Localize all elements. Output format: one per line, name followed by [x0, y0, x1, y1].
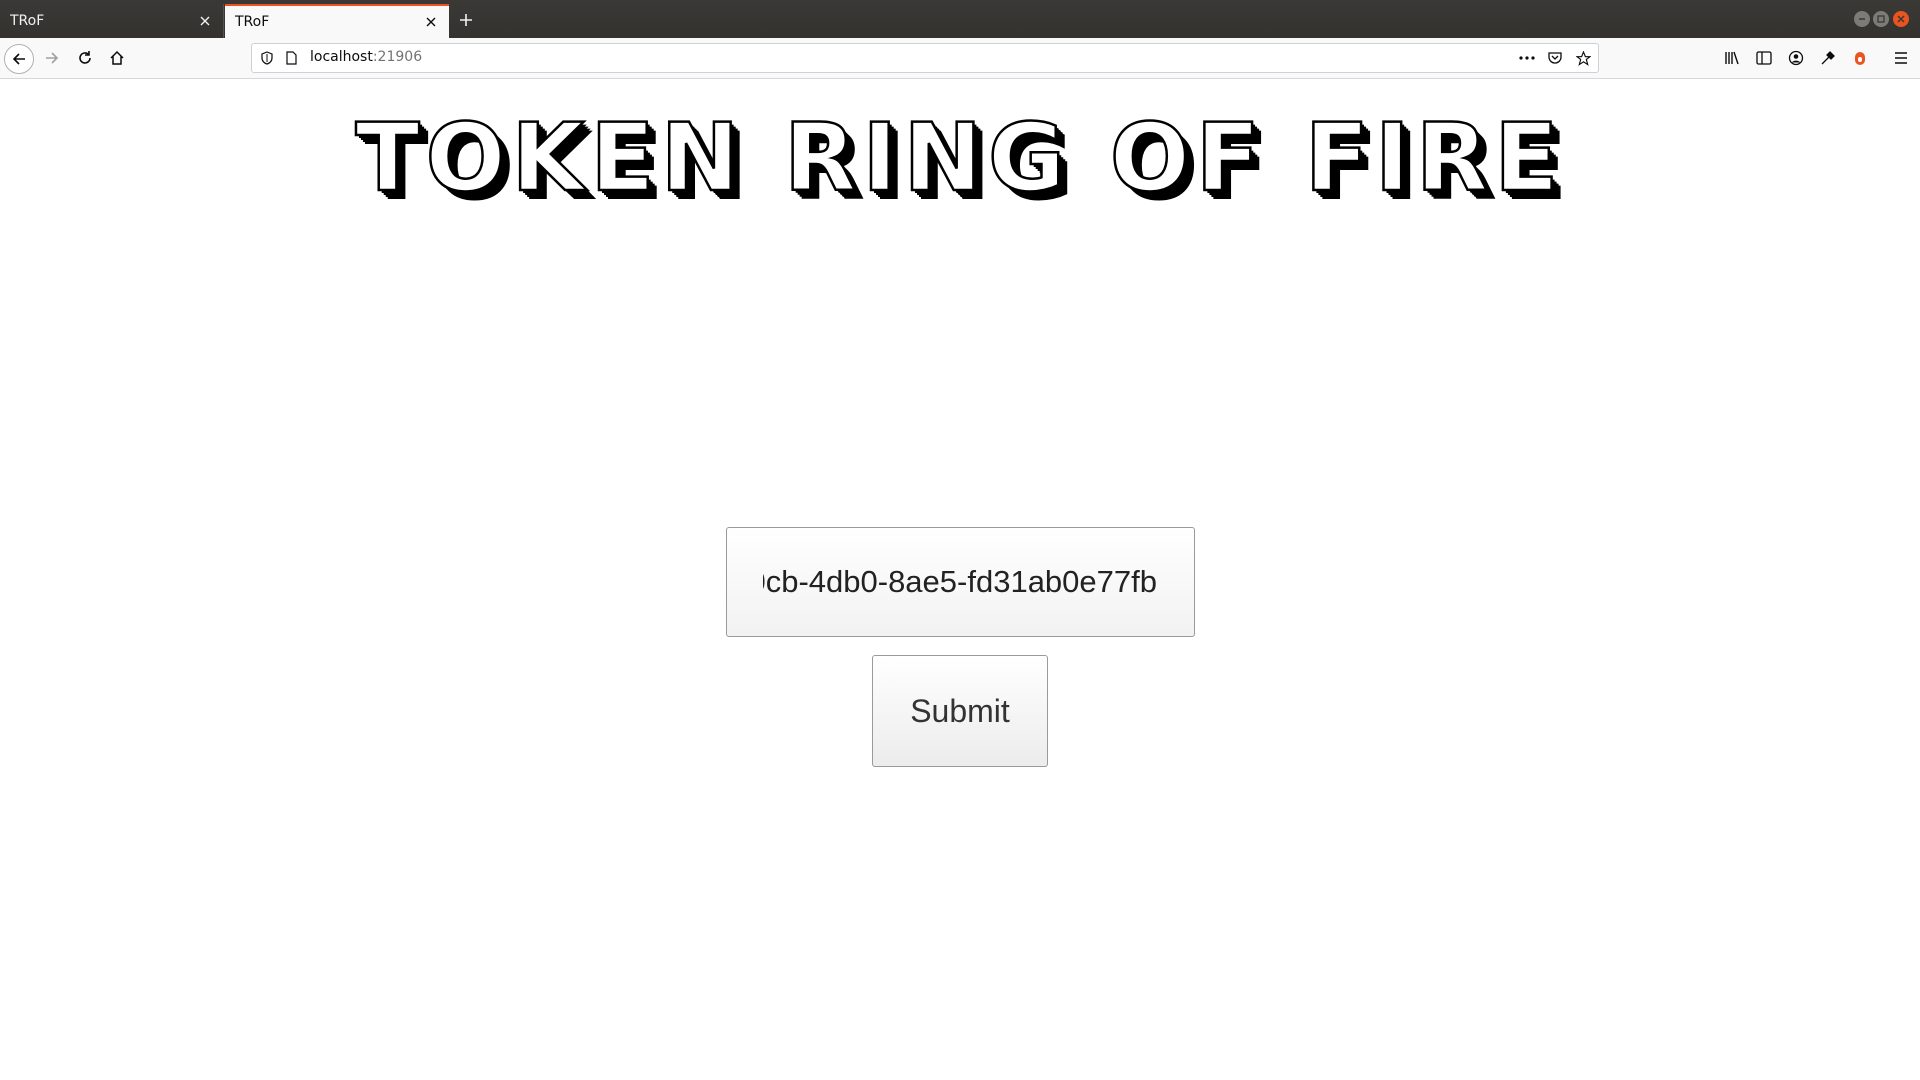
- token-input[interactable]: [726, 527, 1195, 637]
- tab-trof-2[interactable]: TRoF: [225, 4, 449, 38]
- tab-title: TRoF: [235, 14, 270, 30]
- url-text[interactable]: localhost:21906: [310, 49, 422, 65]
- eyedropper-icon[interactable]: [1818, 48, 1838, 68]
- close-icon[interactable]: [423, 14, 439, 30]
- star-icon[interactable]: [1575, 50, 1591, 66]
- minimize-icon[interactable]: [1854, 11, 1870, 27]
- url-host: localhost: [310, 49, 373, 65]
- maximize-icon[interactable]: [1873, 11, 1889, 27]
- plus-icon[interactable]: [452, 6, 480, 34]
- navigation-toolbar: localhost:21906: [0, 38, 1920, 79]
- window-close-icon[interactable]: [1893, 11, 1909, 27]
- url-bar[interactable]: localhost:21906: [251, 43, 1599, 73]
- page-icon[interactable]: [283, 50, 299, 66]
- url-port: :21906: [372, 49, 423, 65]
- back-arrow-icon[interactable]: [4, 44, 34, 74]
- forward-arrow-icon[interactable]: [37, 43, 67, 73]
- extension-icon[interactable]: [1850, 48, 1870, 68]
- tab-trof-1[interactable]: TRoF: [0, 4, 224, 38]
- reload-icon[interactable]: [70, 43, 100, 73]
- account-icon[interactable]: [1786, 48, 1806, 68]
- page-title: TOKEN RING OF FIRE: [354, 104, 1565, 213]
- tab-strip: TRoF TRoF: [0, 0, 1920, 38]
- submit-button[interactable]: Submit: [872, 655, 1048, 767]
- sidebar-icon[interactable]: [1754, 48, 1774, 68]
- more-icon[interactable]: [1519, 50, 1535, 66]
- tab-title: TRoF: [10, 13, 45, 29]
- pocket-icon[interactable]: [1547, 50, 1563, 66]
- shield-icon[interactable]: [259, 50, 275, 66]
- home-icon[interactable]: [102, 43, 132, 73]
- library-icon[interactable]: [1722, 48, 1742, 68]
- menu-icon[interactable]: [1891, 48, 1911, 68]
- close-icon[interactable]: [197, 13, 213, 29]
